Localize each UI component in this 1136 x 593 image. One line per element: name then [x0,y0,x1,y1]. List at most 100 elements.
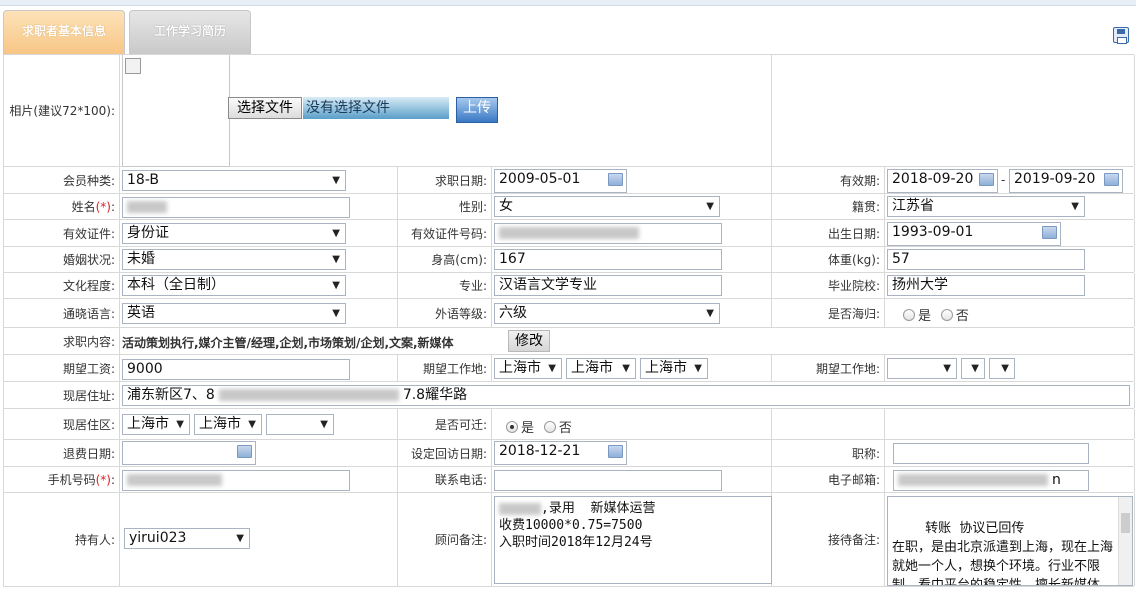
mobile-cell [120,467,398,492]
tab-basic-info[interactable]: 求职者基本信息 [3,10,125,54]
photo-empty-cell [772,55,1135,166]
overseas-no-radio[interactable] [940,308,953,321]
weight-cell: 57 [885,247,1135,272]
work-place-2-district-select[interactable] [989,358,1015,379]
apply-date-input[interactable]: 2009-05-01 [494,169,627,193]
native-cell: 江苏省 [885,194,1135,219]
relocate-no-radio[interactable] [543,420,556,433]
job-content-cell: 活动策划执行,媒介主管/经理,企划,市场策划/企划,文案,新媒体 修改 [120,328,1135,354]
apply-date-cell: 2009-05-01 [492,167,772,193]
relocate-no-label: 否 [558,421,572,436]
gender-label: 性别: [398,194,492,219]
mobile-input[interactable] [122,470,350,491]
lang-level-select[interactable]: 六级 [494,303,720,324]
validity-to-input[interactable]: 2019-09-20 [1009,169,1123,193]
calendar-icon[interactable] [1104,173,1119,186]
language-select[interactable]: 英语 [122,303,346,324]
school-input[interactable]: 扬州大学 [887,275,1085,296]
birth-cell: 1993-09-01 [885,220,1135,246]
member-type-label: 会员种类: [4,167,120,193]
id-type-select[interactable]: 身份证 [122,223,346,244]
revisit-date-input[interactable]: 2018-12-21 [494,441,627,465]
reception-note-label: 接待备注: [772,493,885,586]
title-input[interactable] [893,443,1089,464]
work-place-1-cell: 上海市 上海市 上海市 [492,355,772,381]
overseas-yes-radio[interactable] [903,308,915,321]
reception-note-textarea[interactable]: 转账 协议已回传 在职，是由北京派遣到上海，现在上海就她一个人，想换个环境。行业… [887,496,1133,586]
phone-label: 联系电话: [398,467,492,492]
overseas-no-label: 否 [955,309,969,324]
height-input[interactable]: 167 [494,249,722,270]
name-input[interactable] [122,197,350,218]
work-place-province-select[interactable]: 上海市 [494,358,562,379]
save-icon[interactable] [1113,27,1129,44]
education-select[interactable]: 本科（全日制） [122,275,346,296]
area-city-select[interactable]: 上海市 [194,414,262,435]
area-province-select[interactable]: 上海市 [122,414,190,435]
area-district-select[interactable] [266,414,334,435]
salary-input[interactable]: 9000 [122,359,350,380]
name-label: 姓名 (*): [4,194,120,219]
revisit-date-label: 设定回访日期: [398,440,492,466]
validity-cell: 2018-09-20 - 2019-09-20 [885,167,1135,193]
refund-date-input[interactable] [122,441,256,465]
work-place-district-select[interactable]: 上海市 [640,358,708,379]
relocate-yes-radio[interactable] [506,420,518,433]
row-area: 现居住区: 上海市 上海市 是否可迁: 是 否 [4,409,1135,440]
work-place-city-select[interactable]: 上海市 [566,358,636,379]
address-input[interactable]: 浦东新区7、8 7.8耀华路 [122,385,1130,406]
work-place-2-province-select[interactable] [887,358,957,379]
calendar-icon[interactable] [979,173,994,186]
address-label: 现居住址: [4,382,120,408]
holder-cell: yirui023 [120,493,398,586]
reception-note-scrollbar[interactable] [1118,497,1132,585]
lang-level-label: 外语等级: [398,299,492,327]
row-member: 会员种类: 18-B 求职日期: 2009-05-01 有效期: 2018-09… [4,167,1135,194]
weight-input[interactable]: 57 [887,249,1085,270]
consultant-note-textarea[interactable]: ,录用 新媒体运营 收费10000*0.75=7500 入职时间2018年12月… [494,496,772,584]
school-label: 毕业院校: [772,273,885,298]
area-empty-1 [772,409,885,439]
tab-resume[interactable]: 工作学习简历 [129,10,251,54]
native-select[interactable]: 江苏省 [887,196,1085,217]
gender-select[interactable]: 女 [494,196,720,217]
holder-select[interactable]: yirui023 [124,528,250,549]
calendar-icon[interactable] [1042,226,1057,239]
photo-row: 相片(建议72*100): 选择文件 没有选择文件 上传 [4,55,1135,167]
marital-label: 婚姻状况: [4,247,120,272]
birth-date-input[interactable]: 1993-09-01 [887,222,1061,246]
member-type-select[interactable]: 18-B [122,170,346,191]
weight-label: 体重(kg): [772,247,885,272]
gender-cell: 女 [492,194,772,219]
id-number-input[interactable] [494,223,722,244]
row-salary: 期望工资: 9000 期望工作地: 上海市 上海市 上海市 期望工作地: [4,355,1135,382]
calendar-icon[interactable] [608,445,623,458]
major-input[interactable]: 汉语言文学专业 [494,275,722,296]
height-label: 身高(cm): [398,247,492,272]
row-address: 现居住址: 浦东新区7、8 7.8耀华路 [4,382,1135,409]
id-number-label: 有效证件号码: [398,220,492,246]
email-input[interactable]: n [893,470,1089,491]
edit-job-content-button[interactable]: 修改 [508,330,550,352]
work-place-2-city-select[interactable] [961,358,985,379]
overseas-cell: 是 否 [885,299,1135,327]
validity-from-input[interactable]: 2018-09-20 [887,169,998,193]
marital-select[interactable]: 未婚 [122,249,346,270]
required-mark: (*) [95,472,111,487]
relocate-label: 是否可迁: [398,409,492,439]
choose-file-button[interactable]: 选择文件 [228,97,302,119]
calendar-icon[interactable] [608,173,623,186]
photo-placeholder [122,55,230,167]
id-type-cell: 身份证 [120,220,398,246]
calendar-icon[interactable] [237,445,252,458]
work-place-1-label: 期望工作地: [398,355,492,381]
job-seeker-form: 相片(建议72*100): 选择文件 没有选择文件 上传 会员种类: 18-B … [3,54,1135,587]
school-cell: 扬州大学 [885,273,1135,298]
row-marital: 婚姻状况: 未婚 身高(cm): 167 体重(kg): 57 [4,247,1135,273]
area-empty-2 [885,409,1135,439]
upload-button[interactable]: 上传 [456,97,498,123]
phone-input[interactable] [494,470,722,491]
photo-cell: 选择文件 没有选择文件 上传 [120,55,772,167]
job-content-label: 求职内容: [4,328,120,354]
validity-label: 有效期: [772,167,885,193]
